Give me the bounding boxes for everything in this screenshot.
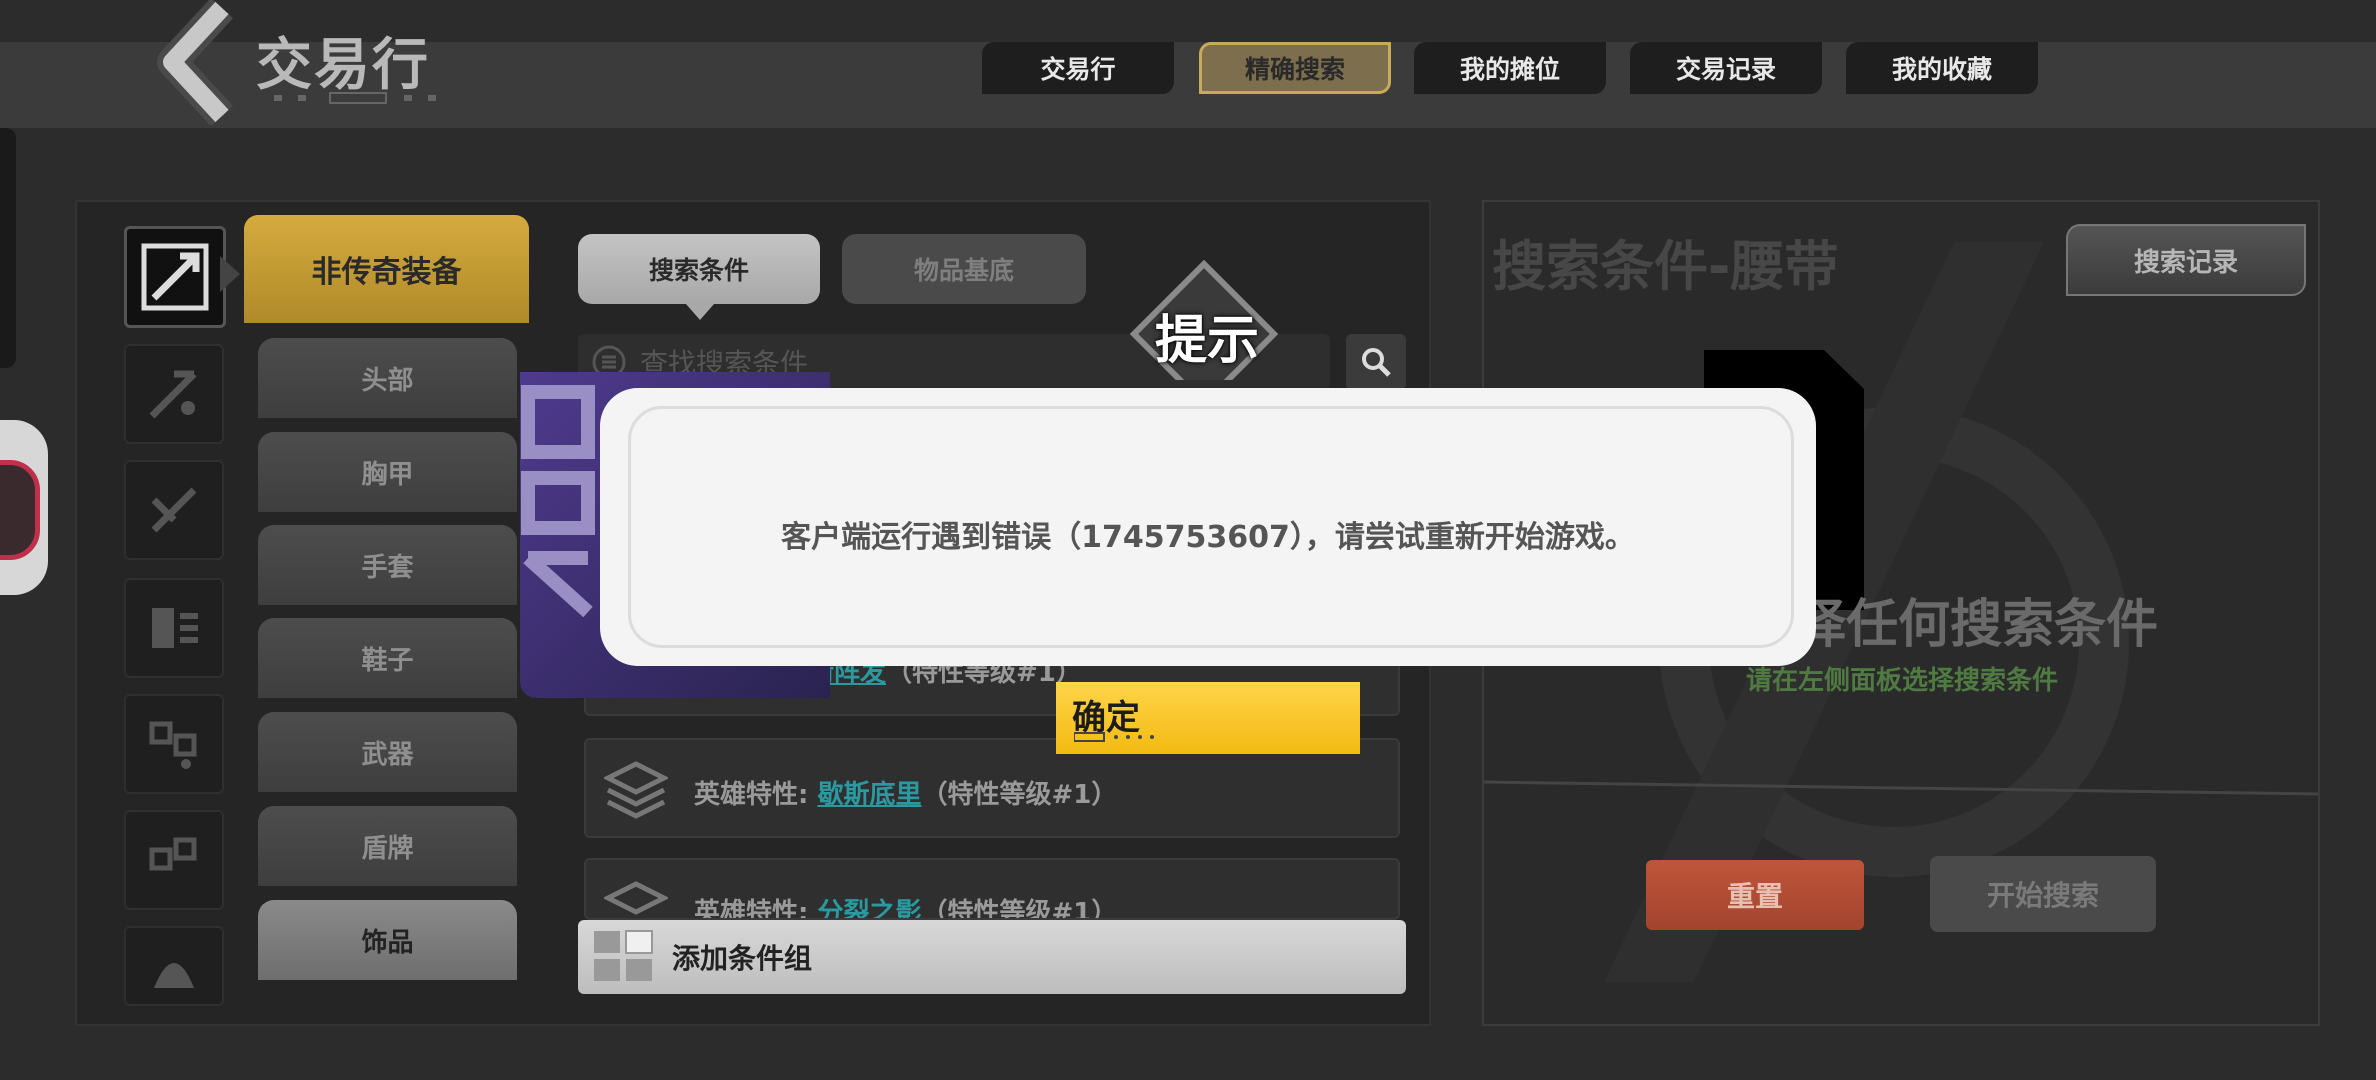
category-helmet-icon[interactable] xyxy=(124,926,224,1006)
dialog-message: 客户端运行遇到错误（1745753607），请尝试重新开始游戏。 xyxy=(781,520,1635,555)
confirm-button[interactable]: 确定 xyxy=(1056,682,1360,754)
category-sword-icon[interactable] xyxy=(124,226,226,328)
condition-prefix: 英雄特性: xyxy=(694,898,818,920)
record-icon xyxy=(0,460,40,560)
left-handle[interactable] xyxy=(0,128,16,368)
tab-search-conditions[interactable]: 搜索条件 xyxy=(578,234,820,304)
layers-icon xyxy=(604,761,668,819)
category-list-icon[interactable] xyxy=(124,578,224,678)
empty-state-title: 择任何搜索条件 xyxy=(1794,595,2159,655)
search-icon xyxy=(1362,348,1391,377)
sub-category-chest[interactable]: 胸甲 xyxy=(258,432,517,512)
grid-icon xyxy=(594,930,653,981)
tab-trade[interactable]: 交易行 xyxy=(982,42,1174,94)
sub-category-accessory[interactable]: 饰品 xyxy=(258,900,517,980)
category-pointer xyxy=(220,256,240,292)
floating-widget[interactable] xyxy=(0,420,48,595)
condition-value[interactable]: 分裂之影 xyxy=(817,898,921,918)
search-history-button[interactable]: 搜索记录 xyxy=(2066,224,2306,296)
tab-item-base[interactable]: 物品基底 xyxy=(842,234,1086,304)
condition-prefix: 英雄特性: xyxy=(694,780,818,810)
main-category[interactable]: 非传奇装备 xyxy=(244,215,529,323)
back-arrow-icon[interactable] xyxy=(150,0,240,125)
tab-pointer xyxy=(686,304,714,320)
dialog-title: 提示 xyxy=(1154,311,1259,371)
tab-my-stall[interactable]: 我的摊位 xyxy=(1414,42,1606,94)
condition-suffix: （特性等级#1） xyxy=(921,898,1118,920)
sub-category-shield[interactable]: 盾牌 xyxy=(258,806,517,886)
condition-suffix: （特性等级#1） xyxy=(921,780,1118,810)
condition-value[interactable]: 歇斯底里 xyxy=(817,780,921,810)
start-search-button[interactable]: 开始搜索 xyxy=(1930,856,2156,932)
sub-category-weapon[interactable]: 武器 xyxy=(258,712,517,792)
category-weapon-star-icon[interactable] xyxy=(124,344,224,444)
search-button[interactable] xyxy=(1346,334,1406,390)
right-panel-title: 搜索条件-腰带 xyxy=(1492,235,1839,298)
tab-trade-records[interactable]: 交易记录 xyxy=(1630,42,1822,94)
error-dialog: 客户端运行遇到错误（1745753607），请尝试重新开始游戏。 xyxy=(600,388,1816,666)
sub-category-head[interactable]: 头部 xyxy=(258,338,517,418)
empty-state-hint: 请在左侧面板选择搜索条件 xyxy=(1746,666,2059,696)
title-decoration xyxy=(274,92,436,104)
banner-lettering xyxy=(521,385,595,618)
add-group-label: 添加条件组 xyxy=(672,942,813,975)
confirm-decoration xyxy=(1074,732,1154,742)
category-gems-icon[interactable] xyxy=(124,694,224,794)
condition-row[interactable]: 英雄特性: 分裂之影（特性等级#1） xyxy=(584,858,1400,920)
add-condition-group-button[interactable]: 添加条件组 xyxy=(578,920,1406,994)
sub-category-gloves[interactable]: 手套 xyxy=(258,525,517,605)
category-armor-icon[interactable] xyxy=(124,460,224,560)
category-gem-pair-icon[interactable] xyxy=(124,810,224,910)
tab-my-favorites[interactable]: 我的收藏 xyxy=(1846,42,2038,94)
layers-icon xyxy=(604,881,668,915)
reset-button[interactable]: 重置 xyxy=(1646,860,1864,930)
tab-precise-search[interactable]: 精确搜索 xyxy=(1199,42,1391,94)
sub-category-boots[interactable]: 鞋子 xyxy=(258,618,517,698)
page-title: 交易行 xyxy=(256,33,430,98)
